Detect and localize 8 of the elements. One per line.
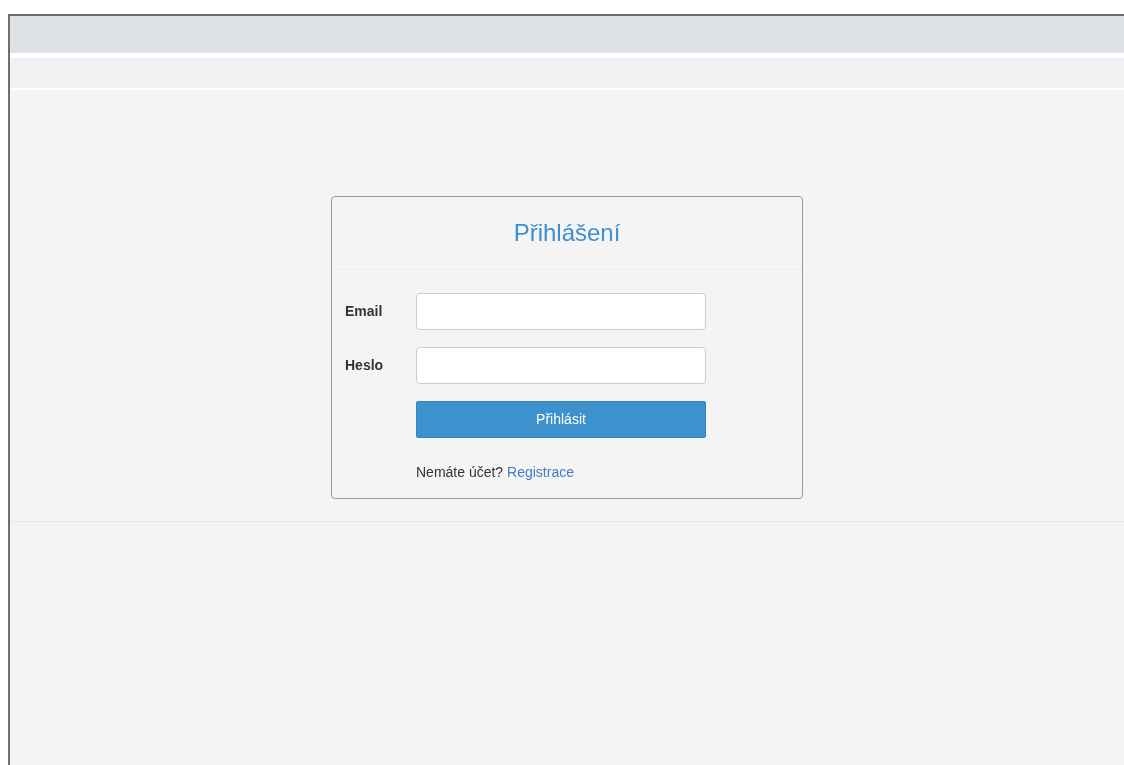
field-label: Email (345, 302, 384, 321)
register-link[interactable]: Registrace (507, 464, 574, 480)
register-prompt: Nemáte účet? Registrace (416, 463, 574, 482)
login-button[interactable]: Přihlásit (416, 401, 706, 438)
password-field[interactable] (416, 347, 706, 384)
field-label: Heslo (345, 356, 385, 375)
login-title: Přihlášení (513, 218, 621, 248)
email-field[interactable] (416, 293, 706, 330)
